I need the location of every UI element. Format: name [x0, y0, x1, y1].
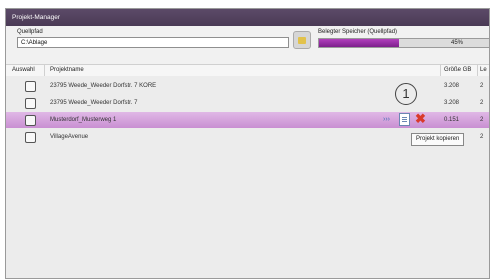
browse-folder-button[interactable]: [293, 31, 311, 49]
memory-usage-fill: [319, 39, 400, 47]
select-checkbox[interactable]: [25, 81, 36, 92]
project-extra: 2: [480, 83, 484, 89]
select-checkbox[interactable]: [25, 98, 36, 109]
delete-icon[interactable]: ✖: [415, 112, 426, 126]
project-extra: 2: [480, 134, 484, 140]
annotation-callout: 1: [395, 83, 417, 105]
transfer-arrows-icon[interactable]: ›››: [383, 116, 390, 123]
copy-project-tooltip: Projekt kopieren: [411, 133, 465, 146]
project-extra: 2: [480, 100, 484, 106]
table-row[interactable]: 23795 Weede_Weeder Dorfstr. 7 3.208 2: [6, 95, 489, 111]
column-divider: [477, 65, 478, 76]
column-divider: [440, 65, 441, 76]
memory-usage-label: Belegter Speicher (Quellpfad): [318, 29, 398, 35]
project-name: VillageAvenue: [50, 134, 89, 140]
project-list: 23795 Weede_Weeder Dorfstr. 7 KORE 3.208…: [6, 76, 489, 278]
column-header-name[interactable]: Projektname: [50, 65, 84, 76]
memory-usage-text: 45%: [451, 40, 464, 46]
table-row-selected[interactable]: Musterdorf_Musterweg 1 ››› ✖ 0.151 2: [6, 112, 489, 128]
project-extra: 2: [480, 117, 484, 123]
copy-project-icon[interactable]: [399, 113, 410, 126]
select-checkbox[interactable]: [25, 132, 36, 143]
column-header-select[interactable]: Auswahl: [12, 65, 35, 76]
memory-usage-bar: 45%: [318, 38, 489, 48]
select-checkbox[interactable]: [25, 115, 36, 126]
project-size: 3.208: [444, 100, 460, 106]
project-size: 3.208: [444, 83, 460, 89]
source-path-input[interactable]: C:\Ablage: [17, 37, 289, 48]
project-name: 23795 Weede_Weeder Dorfstr. 7: [50, 100, 138, 106]
column-header-size[interactable]: Größe GB: [444, 65, 471, 76]
project-size: 0.151: [444, 117, 460, 123]
project-name: Musterdorf_Musterweg 1: [50, 117, 117, 123]
project-name: 23795 Weede_Weeder Dorfstr. 7 KORE: [50, 83, 157, 89]
column-divider: [44, 65, 45, 76]
column-header-extra[interactable]: Le: [480, 65, 487, 76]
source-path-label: Quellpfad: [17, 29, 43, 35]
folder-icon: [298, 36, 306, 44]
window-title: Projekt-Manager: [6, 9, 489, 26]
